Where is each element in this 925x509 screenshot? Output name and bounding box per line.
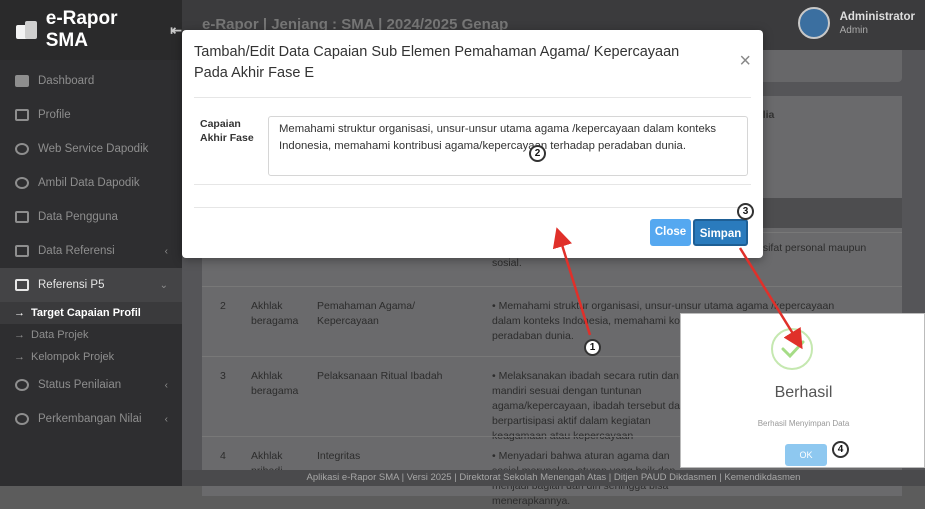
- sidebar-item-label: Ambil Data Dapodik: [38, 177, 140, 189]
- brand: e-Rapor SMA ⇤: [0, 0, 182, 60]
- grad-cap-icon: [15, 379, 29, 391]
- modal-divider: [194, 97, 751, 98]
- avatar: [797, 7, 830, 39]
- sidebar-item-label: Target Capaian Profil: [31, 307, 141, 319]
- user-name: Administrator: [839, 11, 915, 23]
- sidebar-item-target-capaian[interactable]: → Target Capaian Profil: [0, 302, 182, 324]
- sidebar-item-profile[interactable]: Profile: [0, 98, 182, 132]
- user-role: Admin: [839, 25, 868, 36]
- sidebar-item-label: Data Pengguna: [38, 211, 118, 223]
- sidebar-item-label: Profile: [38, 109, 71, 121]
- sidebar-item-dashboard[interactable]: Dashboard: [0, 64, 182, 98]
- sidebar-item-data-pengguna[interactable]: Data Pengguna: [0, 200, 182, 234]
- sidebar-item-label: Kelompok Projek: [31, 351, 115, 363]
- sidebar-item-label: Data Projek: [31, 329, 89, 341]
- sidebar-item-label: Data Referensi: [38, 245, 115, 257]
- close-icon[interactable]: ×: [739, 50, 751, 73]
- close-button[interactable]: Close: [650, 219, 691, 246]
- step-badge: 2: [529, 145, 546, 162]
- capaian-textarea[interactable]: Memahami struktur organisasi, unsur-unsu…: [268, 116, 748, 176]
- arrow-icon: →: [14, 307, 25, 319]
- row-sub-element: Pelaksanaan Ritual Ibadah: [317, 370, 443, 382]
- row-desc: • Melaksanakan ibadah secara rutin dan m…: [492, 370, 686, 442]
- gear-icon: [15, 143, 29, 155]
- sidebar-item-label: Perkembangan Nilai: [38, 413, 142, 425]
- list-icon: [15, 279, 29, 291]
- database-icon: [15, 177, 29, 189]
- sidebar-nav: Dashboard Profile Web Service Dapodik Am…: [0, 64, 182, 436]
- step-badge: 3: [737, 203, 754, 220]
- row-dimensi: Akhlak beragama: [251, 300, 299, 327]
- sidebar-item-perkembangan-nilai[interactable]: Perkembangan Nilai ‹: [0, 402, 182, 436]
- success-message: Berhasil Menyimpan Data: [757, 419, 850, 428]
- sidebar-item-referensi-p5[interactable]: Referensi P5 ⌄: [0, 268, 182, 302]
- sidebar: e-Rapor SMA ⇤ Dashboard Profile Web Serv…: [0, 0, 182, 486]
- edit-modal: Tambah/Edit Data Capaian Sub Elemen Pema…: [182, 30, 763, 258]
- row-sub-element: Pemahaman Agama/ Kepercayaan: [317, 300, 416, 327]
- row-no: 4: [220, 450, 226, 462]
- check-icon: [771, 328, 813, 370]
- collapse-left-icon[interactable]: ⇤: [170, 22, 182, 39]
- sidebar-item-ambil-data[interactable]: Ambil Data Dapodik: [0, 166, 182, 200]
- success-title: Berhasil: [774, 384, 833, 401]
- sidebar-item-kelompok-projek[interactable]: → Kelompok Projek: [0, 346, 182, 368]
- profile-icon: [15, 109, 29, 121]
- brand-name: e-Rapor SMA: [45, 8, 118, 51]
- footer: Aplikasi e-Rapor SMA | Versi 2025 | Dire…: [182, 470, 925, 486]
- arrow-icon: →: [14, 351, 25, 363]
- app-logo: [16, 21, 37, 39]
- modal-divider: [194, 184, 751, 185]
- sidebar-item-label: Status Penilaian: [38, 379, 122, 391]
- ok-button[interactable]: OK: [785, 444, 827, 466]
- step-badge: 1: [584, 339, 601, 356]
- grad-cap-icon: [15, 413, 29, 425]
- modal-title: Tambah/Edit Data Capaian Sub Elemen Pema…: [194, 44, 680, 81]
- row-sub-element: Integritas: [317, 450, 361, 462]
- modal-divider: [194, 207, 751, 208]
- field-label: Capaian Akhir Fase: [200, 118, 254, 144]
- chevron-left-icon: ‹: [164, 379, 168, 391]
- row-dimensi: Akhlak beragama: [251, 370, 299, 397]
- row-no: 3: [220, 370, 226, 382]
- chevron-left-icon: ‹: [164, 413, 168, 425]
- arrow-icon: →: [14, 329, 25, 341]
- sidebar-item-web-service[interactable]: Web Service Dapodik: [0, 132, 182, 166]
- step-badge: 4: [832, 441, 849, 458]
- sidebar-item-status-penilaian[interactable]: Status Penilaian ‹: [0, 368, 182, 402]
- dashboard-icon: [15, 75, 29, 87]
- success-dialog: Berhasil Berhasil Menyimpan Data OK: [680, 313, 925, 468]
- user-menu[interactable]: Administrator Admin: [797, 7, 915, 39]
- chevron-down-icon: ⌄: [159, 279, 168, 291]
- row-no: 2: [220, 300, 226, 312]
- save-button[interactable]: Simpan: [693, 219, 748, 246]
- monitor-icon: [15, 245, 29, 257]
- sidebar-item-label: Dashboard: [38, 75, 95, 87]
- sidebar-item-label: Referensi P5: [38, 279, 105, 291]
- sidebar-item-data-referensi[interactable]: Data Referensi ‹: [0, 234, 182, 268]
- sidebar-item-label: Web Service Dapodik: [38, 143, 149, 155]
- sidebar-item-data-projek[interactable]: → Data Projek: [0, 324, 182, 346]
- chevron-left-icon: ‹: [164, 245, 168, 257]
- users-icon: [15, 211, 29, 223]
